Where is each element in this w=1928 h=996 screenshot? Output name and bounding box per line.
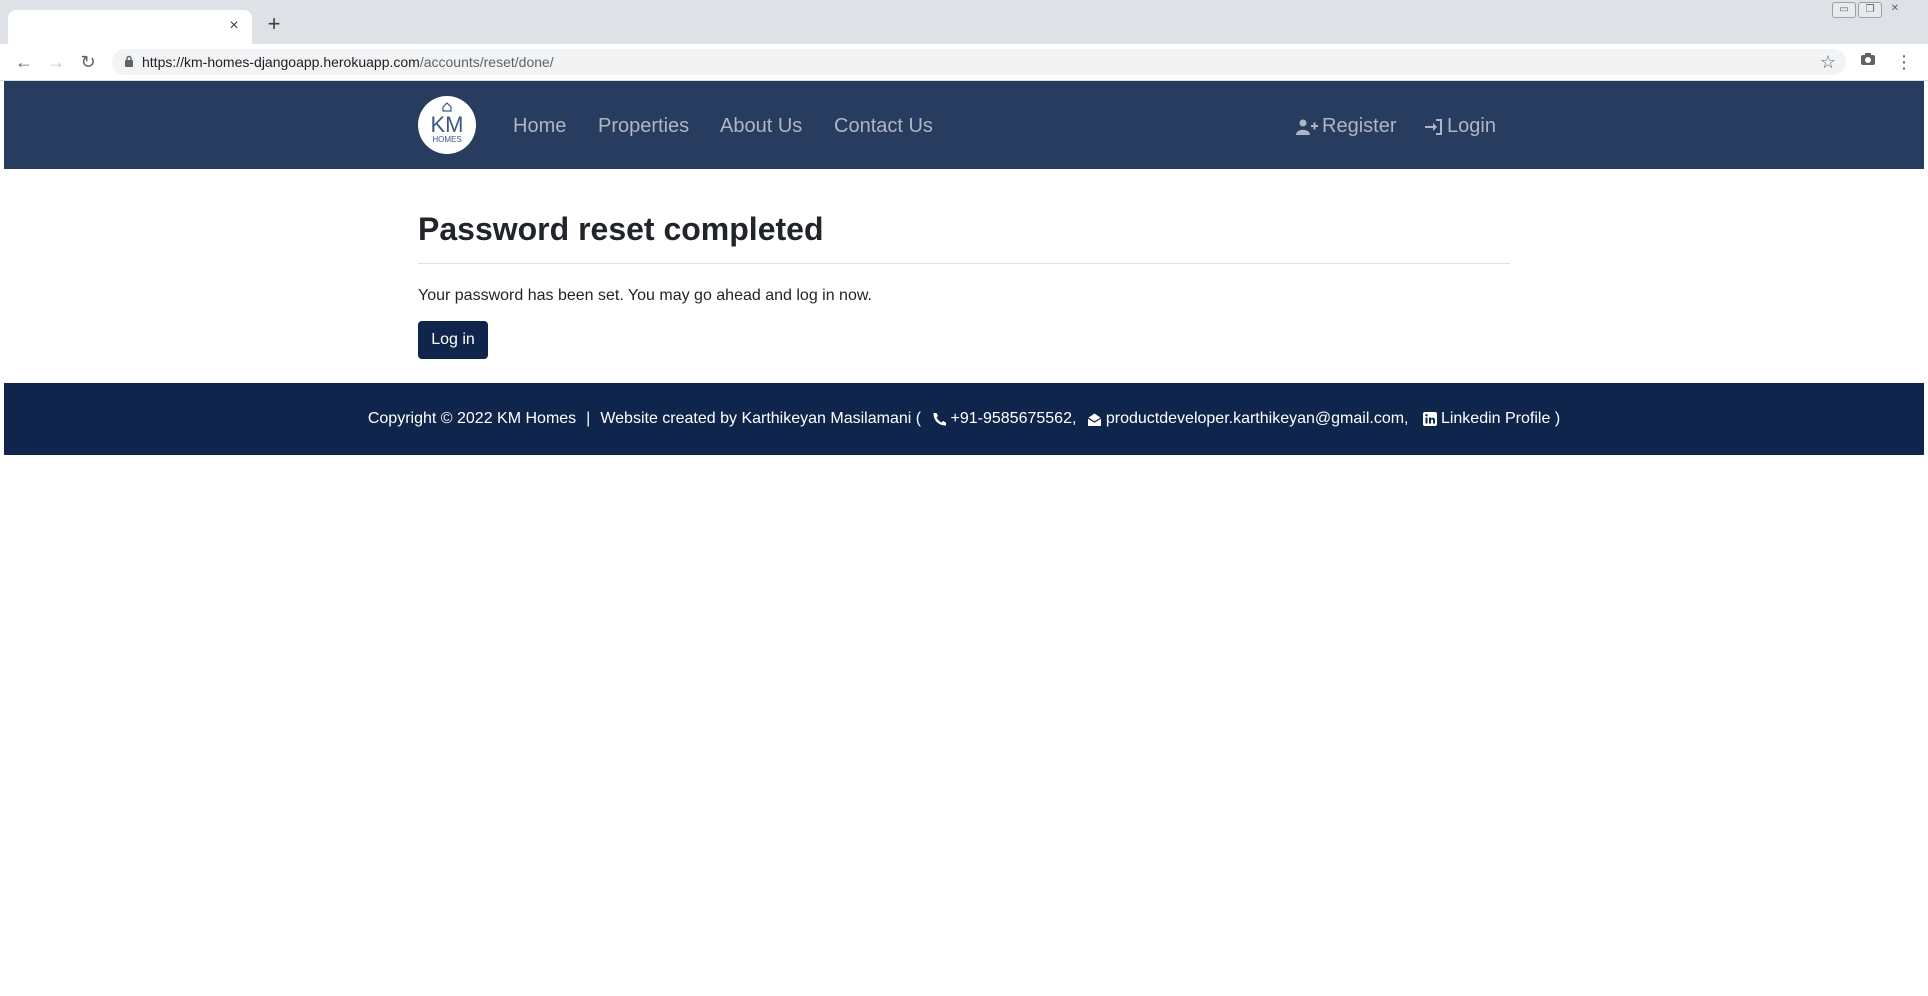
user-plus-icon xyxy=(1296,119,1318,135)
footer-email[interactable]: productdeveloper.karthikeyan@gmail.com, xyxy=(1106,410,1409,427)
site-navbar: KM HOMES Home Properties About Us Contac… xyxy=(4,81,1924,169)
back-button[interactable]: ← xyxy=(12,50,36,74)
minimize-button[interactable]: ▭ xyxy=(1832,2,1856,18)
restore-button[interactable]: ❐ xyxy=(1858,2,1882,18)
star-icon[interactable]: ☆ xyxy=(1820,51,1836,73)
footer-copyright: Copyright © 2022 KM Homes xyxy=(367,410,577,427)
page-title: Password reset completed xyxy=(418,211,824,247)
menu-icon[interactable]: ⋮ xyxy=(1892,50,1916,74)
nav-login-label: Login xyxy=(1447,115,1496,137)
camera-icon[interactable] xyxy=(1856,50,1880,74)
logo-text: KM xyxy=(430,112,464,137)
sign-in-icon xyxy=(1425,118,1442,135)
url-text: https://km-homes-djangoapp.herokuapp.com… xyxy=(142,49,554,75)
nav-login[interactable]: Login xyxy=(1425,114,1496,138)
lock-icon xyxy=(125,55,133,67)
browser-toolbar: ← → ↻ https://km-homes-djangoapp.herokua… xyxy=(0,44,1928,81)
footer-text: Copyright © 2022 KM Homes | Website create… xyxy=(4,383,1924,455)
nav-contact[interactable]: Contact Us xyxy=(834,114,933,138)
browser-tab[interactable]: × xyxy=(8,10,252,44)
footer-phone[interactable]: +91-9585675562, xyxy=(951,410,1077,427)
footer-linkedin[interactable]: Linkedin Profile xyxy=(1441,410,1550,427)
url-host: https://km-homes-djangoapp.herokuapp.com xyxy=(142,54,420,70)
phone-icon xyxy=(933,412,946,425)
nav-about[interactable]: About Us xyxy=(720,114,802,138)
forward-button[interactable]: → xyxy=(44,50,68,74)
footer-close-paren: ) xyxy=(1554,410,1561,427)
nav-properties[interactable]: Properties xyxy=(598,114,689,138)
envelope-icon xyxy=(1087,413,1102,426)
address-bar[interactable]: https://km-homes-djangoapp.herokuapp.com… xyxy=(112,49,1846,75)
tab-close-icon[interactable]: × xyxy=(226,18,242,34)
linkedin-icon xyxy=(1422,412,1437,426)
close-window-button[interactable]: ✕ xyxy=(1884,2,1906,16)
nav-register[interactable]: Register xyxy=(1296,114,1396,138)
nav-home[interactable]: Home xyxy=(513,114,566,138)
footer-created-by: Website created by Karthikeyan Masilaman… xyxy=(600,410,922,427)
browser-tabstrip: × + ▭ ❐ ✕ xyxy=(0,0,1928,44)
divider xyxy=(418,263,1510,264)
site-footer: Copyright © 2022 KM Homes | Website create… xyxy=(4,383,1924,455)
new-tab-button[interactable]: + xyxy=(264,13,284,35)
log-in-button[interactable]: Log in xyxy=(418,321,488,359)
status-message: Your password has been set. You may go a… xyxy=(418,287,872,304)
nav-register-label: Register xyxy=(1322,115,1397,137)
footer-separator: | xyxy=(586,410,591,427)
reload-button[interactable]: ↻ xyxy=(76,50,100,74)
logo[interactable]: KM HOMES xyxy=(418,96,476,154)
house-icon xyxy=(442,102,452,112)
url-path: /accounts/reset/done/ xyxy=(419,54,554,70)
logo-subtext: HOMES xyxy=(432,135,462,144)
